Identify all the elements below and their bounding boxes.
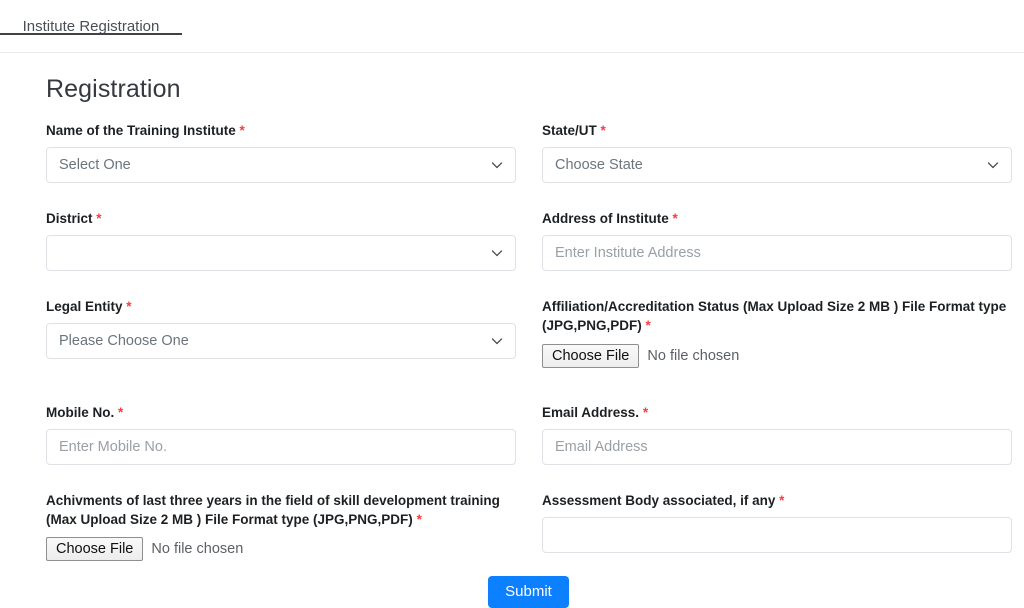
field-achievements-file: Achivments of last three years in the fi…	[46, 491, 516, 562]
tab-bar: Institute Registration	[0, 0, 1024, 53]
mobile-label-text: Mobile No.	[46, 404, 115, 420]
institute-name-select[interactable]: Select One	[46, 147, 516, 184]
email-input[interactable]	[542, 428, 1012, 465]
file-status-text: No file chosen	[647, 347, 740, 364]
legal-entity-select-wrap: Please Choose One	[46, 323, 516, 360]
required-asterisk: *	[96, 211, 102, 227]
mobile-input[interactable]	[46, 428, 516, 465]
achievements-file-input[interactable]: Choose File No file chosen	[46, 536, 516, 562]
required-asterisk: *	[672, 211, 678, 227]
state-ut-label: State/UT *	[542, 121, 1012, 140]
address-input[interactable]	[542, 235, 1012, 272]
address-label-text: Address of Institute	[542, 211, 669, 227]
required-asterisk: *	[645, 318, 651, 334]
field-email: Email Address. *	[542, 403, 1012, 465]
registration-form: Registration Name of the Training Instit…	[0, 53, 1024, 608]
form-row-5: Achivments of last three years in the fi…	[46, 491, 1012, 562]
state-ut-select-wrap: Choose State	[542, 147, 1012, 184]
institute-name-label-text: Name of the Training Institute	[46, 123, 236, 138]
tab-active-underline	[0, 33, 182, 35]
row-spacer	[46, 271, 1011, 297]
assessment-body-label-text: Assessment Body associated, if any	[542, 492, 776, 508]
field-state-ut: State/UT * Choose State	[542, 121, 1012, 184]
assessment-body-input[interactable]	[542, 516, 1012, 553]
required-asterisk: *	[118, 404, 124, 420]
field-affiliation-file: Affiliation/Accreditation Status (Max Up…	[542, 297, 1012, 368]
form-row-1: Name of the Training Institute * Select …	[46, 121, 1012, 184]
affiliation-file-label-text: Affiliation/Accreditation Status (Max Up…	[542, 299, 1007, 334]
district-select-wrap	[46, 235, 516, 272]
institute-name-select-wrap: Select One	[46, 147, 516, 184]
assessment-body-label: Assessment Body associated, if any *	[542, 491, 1012, 510]
required-asterisk: *	[600, 123, 606, 138]
district-label: District *	[46, 209, 516, 228]
form-row-2: District * Address of Institute *	[46, 209, 1012, 272]
state-ut-label-text: State/UT	[542, 123, 597, 138]
form-row-3: Legal Entity * Please Choose One Affilia…	[46, 297, 1011, 368]
district-select[interactable]	[46, 235, 516, 272]
institute-name-label: Name of the Training Institute *	[46, 121, 516, 140]
page-title: Registration	[46, 75, 181, 103]
row-spacer	[46, 465, 1011, 491]
tab-institute-registration[interactable]: Institute Registration	[0, 0, 182, 52]
affiliation-file-label: Affiliation/Accreditation Status (Max Up…	[542, 297, 1012, 335]
field-mobile: Mobile No. *	[46, 403, 516, 465]
affiliation-file-input[interactable]: Choose File No file chosen	[542, 343, 1012, 369]
email-label-text: Email Address.	[542, 404, 640, 420]
file-status-text: No file chosen	[151, 541, 244, 558]
tab-label: Institute Registration	[22, 17, 160, 35]
district-label-text: District	[46, 211, 93, 227]
required-asterisk: *	[239, 123, 245, 138]
required-asterisk: *	[416, 511, 422, 527]
achievements-file-label-text: Achivments of last three years in the fi…	[46, 492, 500, 527]
field-district: District *	[46, 209, 516, 272]
legal-entity-label-text: Legal Entity	[46, 299, 123, 315]
field-assessment-body: Assessment Body associated, if any *	[542, 491, 1012, 562]
submit-button[interactable]: Submit	[488, 576, 569, 608]
choose-file-button[interactable]: Choose File	[542, 343, 640, 368]
legal-entity-label: Legal Entity *	[46, 297, 516, 316]
field-legal-entity: Legal Entity * Please Choose One	[46, 297, 516, 368]
submit-row: Submit	[46, 576, 1011, 608]
address-label: Address of Institute *	[542, 209, 1012, 228]
choose-file-button[interactable]: Choose File	[46, 537, 144, 562]
field-institute-name: Name of the Training Institute * Select …	[46, 121, 516, 184]
form-row-4: Mobile No. * Email Address. *	[46, 403, 1012, 465]
required-asterisk: *	[779, 492, 785, 508]
achievements-file-label: Achivments of last three years in the fi…	[46, 491, 516, 529]
email-label: Email Address. *	[542, 403, 1012, 422]
row-spacer	[46, 369, 1011, 403]
required-asterisk: *	[126, 299, 132, 315]
legal-entity-select[interactable]: Please Choose One	[46, 323, 516, 360]
mobile-label: Mobile No. *	[46, 403, 516, 422]
required-asterisk: *	[642, 404, 649, 420]
field-address: Address of Institute *	[542, 209, 1012, 272]
row-spacer	[46, 183, 1011, 209]
state-ut-select[interactable]: Choose State	[542, 147, 1012, 184]
